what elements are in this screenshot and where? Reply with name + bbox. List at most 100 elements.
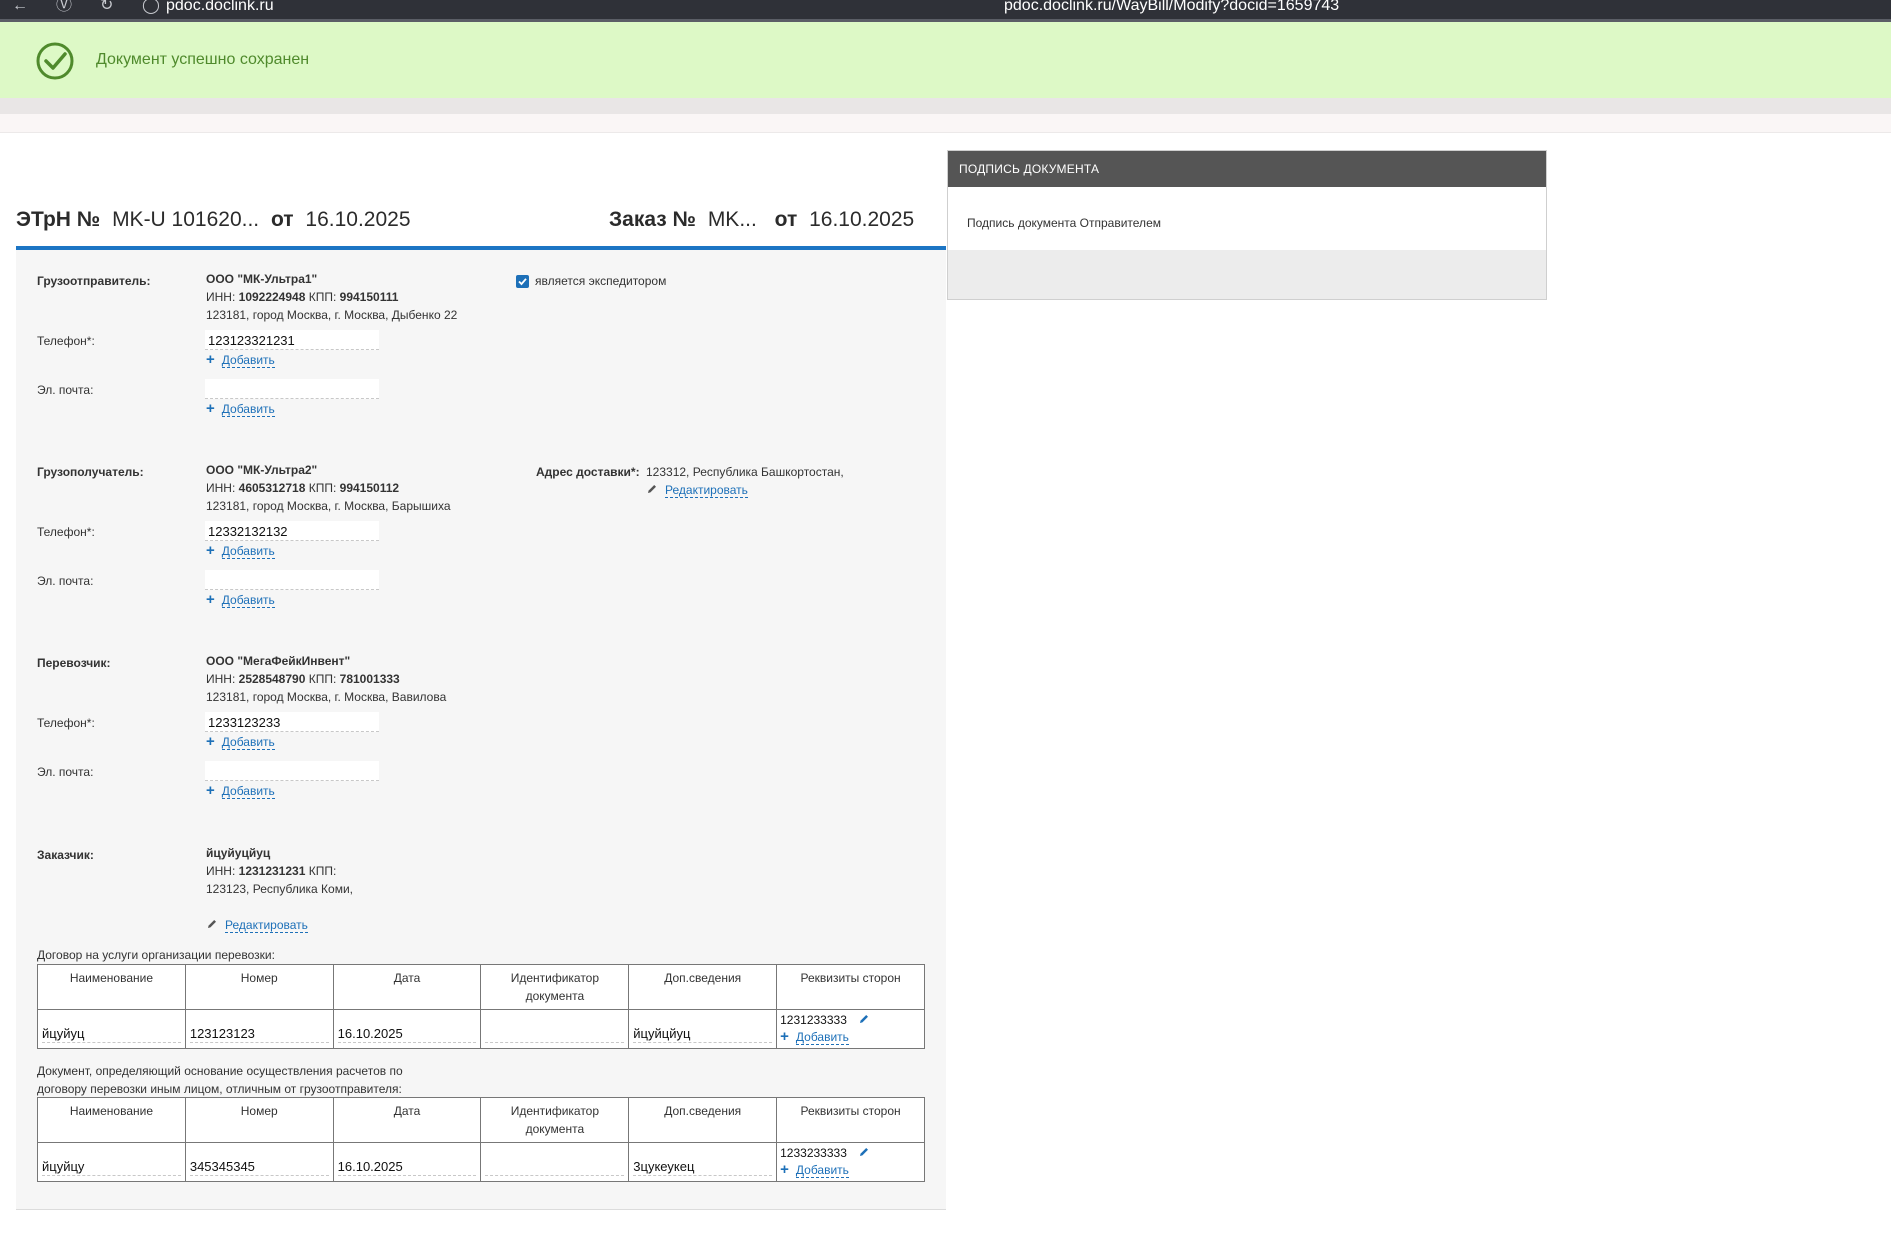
consignee-info: ООО "МК-Ультра2" ИНН: 4605312718 КПП: 99… <box>206 461 451 515</box>
carrier-name: ООО "МегаФейкИнвент" <box>206 654 351 668</box>
column-header: Наименование <box>37 964 186 1010</box>
carrier-add-phone-link[interactable]: + Добавить <box>206 733 275 750</box>
column-header: Идентификатор документа <box>480 964 630 1010</box>
consignee-phone-label: Телефон*: <box>37 525 95 539</box>
consignee-phone-input[interactable]: 12332132132 <box>205 521 379 541</box>
carrier-phone-input[interactable]: 1233123233 <box>205 712 379 732</box>
contract-extra-input[interactable]: йцуйцйуц <box>633 1026 773 1043</box>
contract-name-input[interactable]: йцуйуц <box>42 1026 181 1043</box>
back-arrow-icon[interactable]: ← <box>12 0 28 14</box>
delivery-edit-link[interactable]: Редактировать <box>646 483 748 498</box>
order-label: Заказ № <box>609 208 696 231</box>
basis-extra-input[interactable]: 3цукеукец <box>633 1159 773 1176</box>
pencil-icon <box>648 485 656 493</box>
plus-icon: + <box>780 1028 789 1045</box>
waybill-form: Грузоотправитель: ООО "МК-Ультра1" ИНН: … <box>16 250 946 1210</box>
customer-info: йцуйуцйуц ИНН: 1231231231 КПП: 123123, Р… <box>206 844 353 898</box>
customer-label: Заказчик: <box>37 848 94 862</box>
shipper-add-email-link[interactable]: + Добавить <box>206 400 275 417</box>
basis-requisites: 1233233333 <box>780 1145 921 1162</box>
carrier-add-email-link[interactable]: + Добавить <box>206 783 275 799</box>
basis-requisites-value: 1233233333 <box>780 1146 847 1160</box>
customer-ids: ИНН: 1231231231 КПП: <box>206 864 337 878</box>
shipper-add-phone-link[interactable]: + Добавить <box>206 351 275 368</box>
success-message: Документ успешно сохранен <box>96 51 310 68</box>
column-header: Наименование <box>37 1097 186 1143</box>
doc-date: 16.10.2025 <box>305 208 411 231</box>
customer-name: йцуйуцйуц <box>206 846 271 860</box>
consignee-name: ООО "МК-Ультра2" <box>206 463 318 477</box>
basis-date-input[interactable]: 16.10.2025 <box>337 1159 477 1176</box>
shield-icon: ◯ <box>142 0 160 14</box>
forwarder-checkbox[interactable] <box>516 275 529 288</box>
carrier-address: 123181, город Москва, г. Москва, Вавилов… <box>206 690 447 704</box>
edit-pencil-icon[interactable] <box>858 1013 870 1025</box>
contract-identifier-input[interactable] <box>485 1027 625 1043</box>
order-number: MK... <box>707 208 757 231</box>
shipper-phone-label: Телефон*: <box>37 334 95 348</box>
success-check-icon <box>36 42 74 80</box>
divider-strip <box>0 98 1891 114</box>
carrier-info: ООО "МегаФейкИнвент" ИНН: 2528548790 КПП… <box>206 652 446 706</box>
customer-edit-link[interactable]: Редактировать <box>206 918 308 933</box>
column-header: Реквизиты сторон <box>776 1097 925 1143</box>
basis-table: Наименование Номер Дата Идентификатор до… <box>37 1097 925 1182</box>
basis-section-label: Документ, определяющий основание осущест… <box>37 1064 403 1096</box>
plus-icon: + <box>206 733 215 750</box>
consignee-email-input[interactable] <box>205 570 379 590</box>
contract-add-requisites-link[interactable]: + Добавить <box>780 1029 921 1046</box>
doc-from-label: от <box>270 208 294 231</box>
basis-identifier-input[interactable] <box>485 1160 625 1176</box>
doc-number: MK-U 101620... <box>112 208 260 231</box>
shipper-label: Грузоотправитель: <box>37 274 151 288</box>
shipper-ids: ИНН: 1092224948 КПП: 994150111 <box>206 290 399 304</box>
signature-panel-title: ПОДПИСЬ ДОКУМЕНТА <box>948 151 1546 187</box>
consignee-address: 123181, город Москва, г. Москва, Барыших… <box>206 499 451 513</box>
basis-number-input[interactable]: 345345345 <box>189 1159 329 1176</box>
contract-number-input[interactable]: 123123123 <box>189 1026 329 1043</box>
column-header: Реквизиты сторон <box>776 964 925 1010</box>
carrier-email-label: Эл. почта: <box>37 765 94 779</box>
pencil-icon <box>208 920 216 928</box>
plus-icon: + <box>206 351 215 368</box>
contract-table: Наименование Номер Дата Идентификатор до… <box>37 964 925 1049</box>
table-row: йцуйуц 123123123 16.10.2025 йцуйцйуц 123… <box>37 1009 925 1049</box>
shipper-phone-input[interactable]: 123123321231 <box>205 330 379 350</box>
edit-pencil-icon[interactable] <box>858 1146 870 1158</box>
basis-add-requisites-link[interactable]: + Добавить <box>780 1162 921 1179</box>
column-header: Номер <box>184 964 334 1010</box>
carrier-phone-label: Телефон*: <box>37 716 95 730</box>
consignee-label: Грузополучатель: <box>37 465 144 479</box>
delivery-address-value: 123312, Республика Башкортостан, <box>646 465 844 479</box>
column-header: Доп.сведения <box>628 964 778 1010</box>
customer-address: 123123, Республика Коми, <box>206 882 354 896</box>
plus-icon: + <box>206 400 215 417</box>
table-header-row: Наименование Номер Дата Идентификатор до… <box>37 1097 925 1143</box>
address-url[interactable]: pdoc.doclink.ru/WayBill/Modify?docid=165… <box>1004 0 1339 15</box>
consignee-ids: ИНН: 4605312718 КПП: 994150112 <box>206 481 400 495</box>
contract-date-input[interactable]: 16.10.2025 <box>337 1026 477 1043</box>
column-header: Дата <box>332 1097 482 1143</box>
yandex-icon[interactable]: Ⓥ <box>56 0 72 14</box>
consignee-add-phone-link[interactable]: + Добавить <box>206 543 275 559</box>
plus-icon: + <box>206 591 215 608</box>
forwarder-label[interactable]: является экспедитором <box>535 274 666 288</box>
delivery-address-label: Адрес доставки*: <box>536 465 640 479</box>
success-notice: Документ успешно сохранен <box>0 22 1891 98</box>
column-header: Дата <box>332 964 482 1010</box>
reload-icon[interactable]: ↻ <box>100 0 113 14</box>
consignee-add-email-link[interactable]: + Добавить <box>206 591 275 608</box>
doc-title: ЭТрН № MK-U 101620... от 16.10.2025 <box>16 208 411 232</box>
plus-icon: + <box>780 1161 789 1178</box>
basis-name-input[interactable]: йцуйцу <box>42 1159 181 1176</box>
signature-panel-body: Подпись документа Отправителем <box>948 187 1546 250</box>
address-host[interactable]: pdoc.doclink.ru <box>166 0 274 15</box>
contract-requisites: 1231233333 <box>780 1012 921 1029</box>
carrier-ids: ИНН: 2528548790 КПП: 781001333 <box>206 672 400 686</box>
carrier-email-input[interactable] <box>205 761 379 781</box>
column-header: Номер <box>184 1097 334 1143</box>
column-header: Идентификатор документа <box>480 1097 630 1143</box>
signature-sender-text[interactable]: Подпись документа Отправителем <box>967 216 1161 230</box>
shipper-email-input[interactable] <box>205 379 379 399</box>
shipper-email-label: Эл. почта: <box>37 383 94 397</box>
